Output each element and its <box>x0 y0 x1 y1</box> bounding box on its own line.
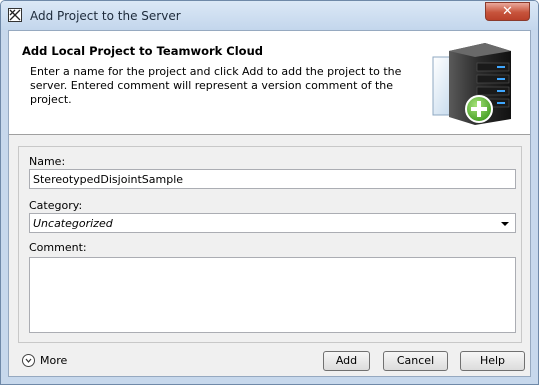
server-add-icon <box>432 43 511 125</box>
chevron-down-circle-icon[interactable] <box>22 354 35 367</box>
comment-label: Comment: <box>29 241 87 254</box>
header-description: Enter a name for the project and click A… <box>30 65 402 106</box>
category-select[interactable]: Uncategorized <box>29 213 516 233</box>
header-title: Add Local Project to Teamwork Cloud <box>22 44 263 58</box>
cancel-button[interactable]: Cancel <box>383 351 448 371</box>
window-title: Add Project to the Server <box>30 9 181 23</box>
chevron-down-icon[interactable] <box>501 222 509 226</box>
close-button[interactable]: ✕ <box>485 2 530 21</box>
dialog-content: Add Local Project to Teamwork Cloud Ente… <box>8 30 531 377</box>
app-icon <box>8 8 22 22</box>
dialog-header: Add Local Project to Teamwork Cloud Ente… <box>9 31 530 135</box>
comment-textarea[interactable] <box>29 257 516 333</box>
name-label: Name: <box>29 155 66 168</box>
more-label: More <box>40 354 68 367</box>
title-bar[interactable]: Add Project to the Server ✕ <box>1 1 538 30</box>
help-button[interactable]: Help <box>460 351 525 371</box>
category-value: Uncategorized <box>33 217 113 230</box>
name-input[interactable] <box>29 169 516 189</box>
category-label: Category: <box>29 199 83 212</box>
add-button[interactable]: Add <box>323 351 370 371</box>
dialog-window: Add Project to the Server ✕ Add Local Pr… <box>0 0 539 385</box>
close-icon: ✕ <box>502 4 513 19</box>
project-form: Name: Category: Uncategorized Comment: <box>18 146 522 343</box>
